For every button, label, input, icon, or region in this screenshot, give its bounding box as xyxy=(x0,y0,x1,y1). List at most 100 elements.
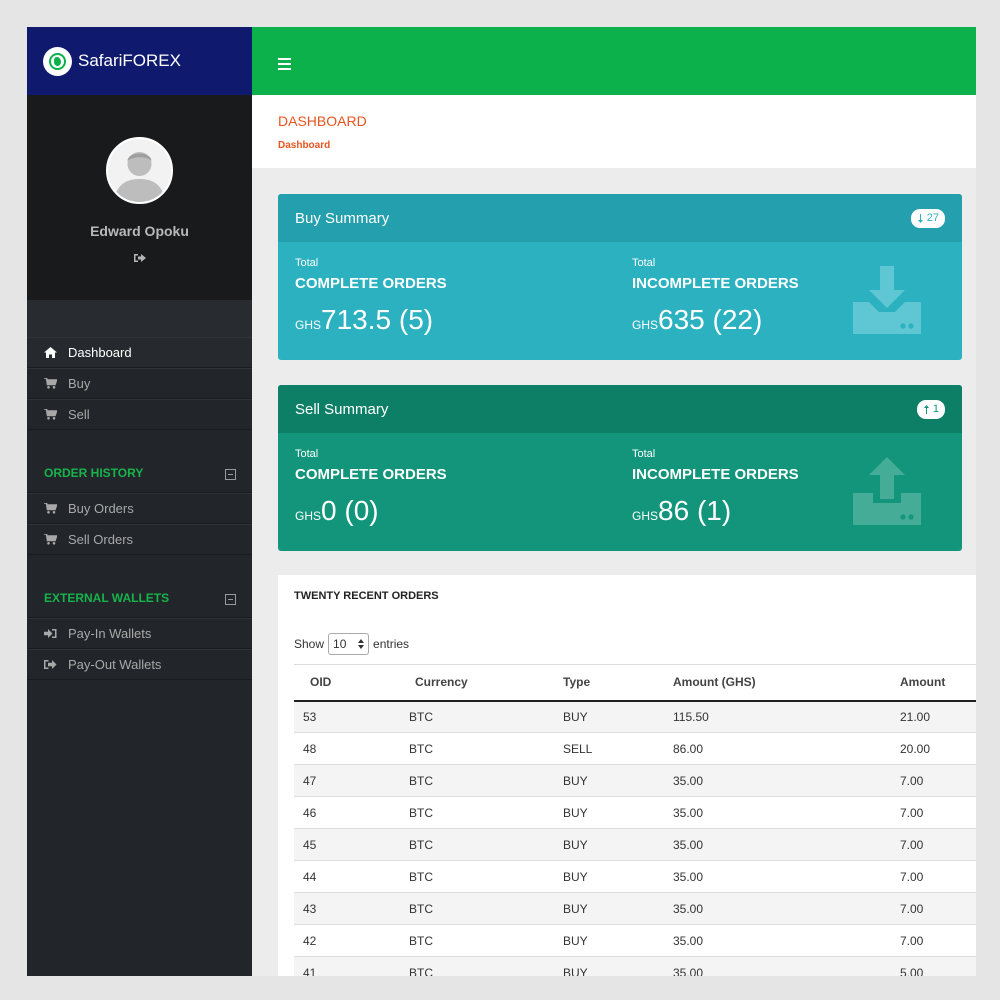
entries-select[interactable]: 10 xyxy=(328,633,370,655)
cell-type: BUY xyxy=(563,764,673,797)
cell-type: BUY xyxy=(563,828,673,861)
cell-oid: 41 xyxy=(294,956,393,976)
table-row[interactable]: 42 BTC BUY 35.00 7.00 xyxy=(294,924,976,957)
stat-label: Total xyxy=(295,257,319,269)
sidebar-item-dashboard[interactable]: Dashboard xyxy=(27,337,252,368)
sidebar-item-label: Pay-Out Wallets xyxy=(68,657,162,672)
cell-amount-ghs: 115.50 xyxy=(673,700,900,733)
buy-summary-header: Buy Summary 27 xyxy=(278,194,962,242)
buy-complete-stat: Total COMPLETE ORDERS GHS713.5 (5) xyxy=(295,257,447,336)
section-external-wallets[interactable]: EXTERNAL WALLETS xyxy=(27,555,252,618)
cell-amount-ghs: 35.00 xyxy=(673,828,900,861)
sort-up-icon xyxy=(923,404,929,414)
sidebar-item-label: Pay-In Wallets xyxy=(68,626,152,641)
sidebar-item-label: Buy Orders xyxy=(68,501,134,516)
logout-icon[interactable] xyxy=(133,250,146,268)
sidebar-item-buy[interactable]: Buy xyxy=(27,368,252,399)
cell-oid: 48 xyxy=(294,732,393,765)
cell-amount: 7.00 xyxy=(900,924,976,957)
table-row[interactable]: 47 BTC BUY 35.00 7.00 xyxy=(294,764,976,797)
cell-currency: BTC xyxy=(393,956,563,976)
sidebar-item-sell[interactable]: Sell xyxy=(27,399,252,430)
cell-amount: 5.00 xyxy=(900,956,976,976)
cart-icon xyxy=(43,533,57,547)
badge-count: 27 xyxy=(926,212,939,224)
cell-type: BUY xyxy=(563,860,673,893)
brand-name: SafariFOREX xyxy=(78,51,181,70)
recent-orders-panel: TWENTY RECENT ORDERS Show 10 entries OID… xyxy=(278,575,976,976)
table-header-row: OID Currency Type Amount (GHS) Amount xyxy=(294,664,976,701)
stat-heading: INCOMPLETE ORDERS xyxy=(632,275,799,292)
badge-count: 1 xyxy=(932,403,939,415)
table-row[interactable]: 41 BTC BUY 35.00 5.00 xyxy=(294,956,976,976)
cell-amount-ghs: 35.00 xyxy=(673,924,900,957)
table-row[interactable]: 53 BTC BUY 115.50 21.00 xyxy=(294,700,976,733)
column-header-type[interactable]: Type xyxy=(563,665,673,701)
cell-amount-ghs: 35.00 xyxy=(673,956,900,976)
menu-toggle-icon[interactable] xyxy=(278,58,291,73)
cell-currency: BTC xyxy=(393,732,563,765)
column-header-oid[interactable]: OID xyxy=(294,665,393,701)
buy-incomplete-stat: Total INCOMPLETE ORDERS GHS635 (22) xyxy=(632,257,799,336)
panel-title: TWENTY RECENT ORDERS xyxy=(294,590,439,602)
cell-currency: BTC xyxy=(393,764,563,797)
column-header-amount[interactable]: Amount xyxy=(900,665,976,701)
stat-label: Total xyxy=(632,257,656,269)
entries-value: 10 xyxy=(333,637,347,651)
buy-count-badge: 27 xyxy=(910,208,945,228)
stat-currency: GHS xyxy=(632,318,659,332)
sidebar-item-buy-orders[interactable]: Buy Orders xyxy=(27,493,252,524)
section-order-history[interactable]: ORDER HISTORY xyxy=(27,430,252,493)
collapse-icon[interactable] xyxy=(225,469,236,480)
brand-logo xyxy=(43,46,72,76)
cell-oid: 44 xyxy=(294,860,393,893)
cell-oid: 42 xyxy=(294,924,393,957)
upload-icon xyxy=(853,457,921,530)
show-label: Show xyxy=(294,637,325,651)
column-header-amount-ghs[interactable]: Amount (GHS) xyxy=(673,665,900,701)
cell-currency: BTC xyxy=(393,924,563,957)
home-icon xyxy=(43,346,57,360)
stat-value: 86 (1) xyxy=(658,495,732,526)
table-row[interactable]: 44 BTC BUY 35.00 7.00 xyxy=(294,860,976,893)
page-title: DASHBOARD xyxy=(278,113,367,129)
stat-heading: INCOMPLETE ORDERS xyxy=(632,466,799,483)
nav-spacer xyxy=(27,300,252,337)
table-row[interactable]: 43 BTC BUY 35.00 7.00 xyxy=(294,892,976,925)
cell-amount: 7.00 xyxy=(900,764,976,797)
cell-amount: 21.00 xyxy=(900,700,976,733)
cell-currency: BTC xyxy=(393,860,563,893)
table-row[interactable]: 46 BTC BUY 35.00 7.00 xyxy=(294,796,976,829)
sidebar-item-pay-out-wallets[interactable]: Pay-Out Wallets xyxy=(27,649,252,680)
user-name: Edward Opoku xyxy=(90,223,189,239)
column-header-currency[interactable]: Currency xyxy=(393,665,563,701)
stat-currency: GHS xyxy=(632,509,659,523)
cell-currency: BTC xyxy=(393,892,563,925)
cell-oid: 46 xyxy=(294,796,393,829)
cell-amount-ghs: 35.00 xyxy=(673,860,900,893)
collapse-icon[interactable] xyxy=(225,594,236,605)
stat-value: 0 (0) xyxy=(321,495,379,526)
section-title: ORDER HISTORY xyxy=(44,466,144,480)
sidebar-item-sell-orders[interactable]: Sell Orders xyxy=(27,524,252,555)
top-navbar xyxy=(252,27,976,95)
table-row[interactable]: 45 BTC BUY 35.00 7.00 xyxy=(294,828,976,861)
sidebar-item-pay-in-wallets[interactable]: Pay-In Wallets xyxy=(27,618,252,649)
brand-bar[interactable]: SafariFOREX xyxy=(27,27,252,95)
stat-value: 635 (22) xyxy=(658,304,763,335)
stat-currency: GHS xyxy=(295,509,322,523)
content-header: DASHBOARD Dashboard xyxy=(252,95,976,168)
breadcrumb[interactable]: Dashboard xyxy=(278,140,976,151)
entries-control: Show 10 entries xyxy=(294,633,409,655)
entries-label: entries xyxy=(373,637,410,651)
sidebar-item-label: Sell xyxy=(68,407,90,422)
cell-amount-ghs: 35.00 xyxy=(673,892,900,925)
stat-label: Total xyxy=(632,448,656,460)
sidebar-item-label: Buy xyxy=(68,376,91,391)
buy-summary-box: Buy Summary 27 Total COMPLETE ORDERS GHS… xyxy=(278,194,962,360)
table-row[interactable]: 48 BTC SELL 86.00 20.00 xyxy=(294,732,976,765)
stat-heading: COMPLETE ORDERS xyxy=(295,275,447,292)
sell-count-badge: 1 xyxy=(916,399,945,419)
cell-type: BUY xyxy=(563,956,673,976)
sidebar-item-label: Sell Orders xyxy=(68,532,134,547)
